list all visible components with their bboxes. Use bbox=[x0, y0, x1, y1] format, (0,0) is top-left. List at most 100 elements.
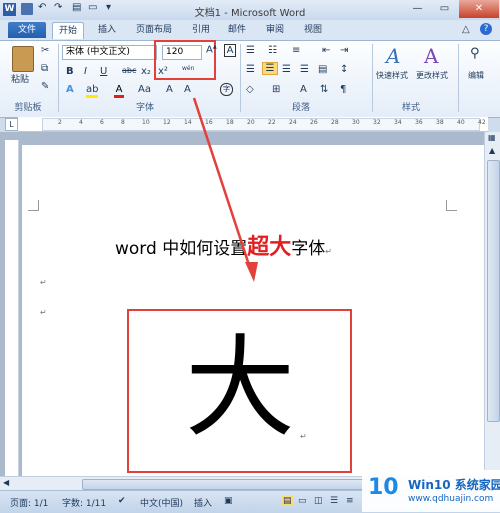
watermark-logo: 10 bbox=[368, 475, 399, 500]
horizontal-ruler[interactable]: 2 4 6 8 10 12 14 16 18 20 22 24 26 28 30 32 34 36 38 40 42 bbox=[18, 117, 488, 132]
font-group-label: 字体 bbox=[135, 103, 154, 113]
ruler-number: 4 bbox=[79, 119, 83, 126]
increase-indent-icon[interactable]: ⇥ bbox=[340, 45, 348, 56]
align-right-icon[interactable]: ☰ bbox=[282, 64, 291, 75]
borders-icon[interactable]: ⊞ bbox=[272, 84, 280, 95]
outline-view-icon[interactable]: ☰ bbox=[330, 496, 338, 506]
watermark-url: www.qdhuajin.com bbox=[408, 494, 494, 504]
change-case-icon[interactable]: Aa bbox=[138, 84, 151, 95]
maximize-button[interactable]: ▭ bbox=[432, 0, 457, 18]
scroll-up-icon[interactable]: ▲ bbox=[489, 146, 495, 155]
macro-record-icon[interactable]: ▣ bbox=[224, 496, 233, 506]
text-effects-icon[interactable]: A bbox=[66, 84, 74, 95]
bullets-icon[interactable]: ☰ bbox=[246, 45, 255, 56]
tab-mailings[interactable]: 邮件 bbox=[222, 22, 252, 38]
ruler-toggle-icon[interactable]: ▦ bbox=[488, 133, 496, 142]
ruler-number: 36 bbox=[415, 119, 423, 126]
character-border-icon[interactable]: A bbox=[224, 44, 236, 57]
shrink-font-icon[interactable]: A bbox=[166, 84, 173, 95]
copy-icon[interactable]: ⧉ bbox=[41, 63, 48, 74]
grow-font-icon[interactable]: A▲ bbox=[206, 44, 217, 55]
web-layout-view-icon[interactable]: ◫ bbox=[314, 496, 323, 506]
ruler-number: 6 bbox=[100, 119, 104, 126]
tab-page-layout[interactable]: 页面布局 bbox=[130, 22, 178, 38]
big-character: 大 bbox=[185, 324, 295, 452]
font-name-combo[interactable]: 宋体 (中文正文) bbox=[62, 45, 157, 60]
decrease-indent-icon[interactable]: ⇤ bbox=[322, 45, 330, 56]
editing-button[interactable]: ⚲ 编辑 bbox=[462, 44, 496, 94]
tab-view[interactable]: 视图 bbox=[298, 22, 328, 38]
align-center-icon[interactable]: ☰ bbox=[262, 62, 278, 75]
scroll-left-icon[interactable]: ◀ bbox=[3, 478, 9, 487]
print-layout-view-icon[interactable]: ▤ bbox=[282, 496, 293, 506]
help-icon[interactable]: ? bbox=[480, 23, 492, 35]
quick-styles-label: 快速样式 bbox=[376, 71, 408, 80]
tab-selector[interactable]: L bbox=[5, 118, 18, 131]
paragraph-mark: ↵ bbox=[300, 432, 307, 441]
paste-button[interactable]: 粘贴 bbox=[8, 44, 38, 92]
justify-icon[interactable]: ☰ bbox=[300, 64, 309, 75]
ruler-number: 38 bbox=[436, 119, 444, 126]
vertical-ruler[interactable] bbox=[5, 140, 19, 480]
paragraph-mark: ↵ bbox=[325, 247, 332, 256]
document-heading: word 中如何设置超大字体↵ bbox=[115, 229, 332, 261]
ruler-number: 34 bbox=[394, 119, 402, 126]
paragraph-mark: ↵ bbox=[40, 308, 47, 317]
binoculars-icon: ⚲ bbox=[470, 46, 480, 61]
tab-home[interactable]: 开始 bbox=[52, 22, 85, 39]
bold-button[interactable]: B bbox=[66, 66, 74, 77]
insert-mode[interactable]: 插入 bbox=[194, 496, 212, 509]
heading-text-pre: word 中如何设置 bbox=[115, 239, 248, 259]
font-color-icon[interactable]: A bbox=[114, 84, 124, 98]
language-indicator[interactable]: 中文(中国) bbox=[140, 496, 183, 509]
draft-view-icon[interactable]: ≡ bbox=[346, 496, 354, 506]
chinese-layout-icon[interactable]: A bbox=[300, 84, 307, 95]
change-styles-icon: A bbox=[424, 44, 439, 68]
scroll-thumb[interactable] bbox=[487, 160, 500, 422]
ruler-number: 30 bbox=[352, 119, 360, 126]
phonetic-guide-icon[interactable]: wén bbox=[182, 65, 194, 72]
proofing-icon[interactable]: ✔ bbox=[118, 496, 126, 506]
minimize-button[interactable]: — bbox=[405, 0, 430, 18]
page-count[interactable]: 页面: 1/1 bbox=[10, 496, 48, 509]
cut-icon[interactable]: ✂ bbox=[41, 45, 49, 56]
strikethrough-button[interactable]: abc bbox=[122, 66, 136, 75]
quick-styles-button[interactable]: A 快速样式 bbox=[376, 44, 414, 94]
word-count[interactable]: 字数: 1/11 bbox=[62, 496, 106, 509]
ruler-number: 32 bbox=[373, 119, 381, 126]
minimize-ribbon-icon[interactable]: △ bbox=[462, 24, 470, 35]
watermark-title: Win10 系统家园 bbox=[408, 478, 500, 492]
show-marks-icon[interactable]: ¶ bbox=[340, 84, 346, 95]
tab-references[interactable]: 引用 bbox=[186, 22, 216, 38]
ruler-number: 24 bbox=[289, 119, 297, 126]
ruler-number: 8 bbox=[121, 119, 125, 126]
distributed-icon[interactable]: ▤ bbox=[318, 64, 327, 75]
paragraph-group-label: 段落 bbox=[291, 103, 310, 113]
superscript-button[interactable]: x² bbox=[158, 66, 168, 77]
align-left-icon[interactable]: ☰ bbox=[246, 64, 255, 75]
paragraph-mark: ↵ bbox=[40, 278, 47, 287]
tab-file[interactable]: 文件 bbox=[8, 22, 47, 38]
italic-button[interactable]: I bbox=[84, 66, 87, 77]
subscript-button[interactable]: x₂ bbox=[141, 66, 151, 77]
ruler-number: 10 bbox=[142, 119, 150, 126]
highlight-color-icon[interactable]: ab bbox=[86, 84, 99, 98]
sort-icon[interactable]: ⇅ bbox=[320, 84, 328, 95]
change-styles-button[interactable]: A 更改样式 bbox=[416, 44, 454, 94]
underline-button[interactable]: U bbox=[100, 66, 107, 77]
numbering-icon[interactable]: ☷ bbox=[268, 45, 277, 56]
separator bbox=[240, 44, 241, 112]
enclose-character-icon[interactable]: 字 bbox=[220, 83, 233, 96]
line-spacing-icon[interactable]: ↕ bbox=[340, 64, 348, 75]
title-bar: W ↶ ↷ ▤ ▭ ▾ 文档1 - Microsoft Word — ▭ ✕ bbox=[0, 0, 500, 21]
tab-review[interactable]: 审阅 bbox=[260, 22, 290, 38]
clear-formatting-icon[interactable]: A bbox=[184, 84, 191, 95]
multilevel-list-icon[interactable]: ≡ bbox=[292, 45, 300, 56]
tab-insert[interactable]: 插入 bbox=[92, 22, 122, 38]
full-screen-view-icon[interactable]: ▭ bbox=[298, 496, 307, 506]
close-button[interactable]: ✕ bbox=[459, 0, 499, 18]
hscroll-thumb[interactable] bbox=[82, 479, 384, 490]
format-painter-icon[interactable]: ✎ bbox=[41, 81, 49, 92]
vertical-scrollbar[interactable]: ▦ ▲ bbox=[484, 132, 500, 492]
shading-icon[interactable]: ◇ bbox=[246, 84, 254, 95]
